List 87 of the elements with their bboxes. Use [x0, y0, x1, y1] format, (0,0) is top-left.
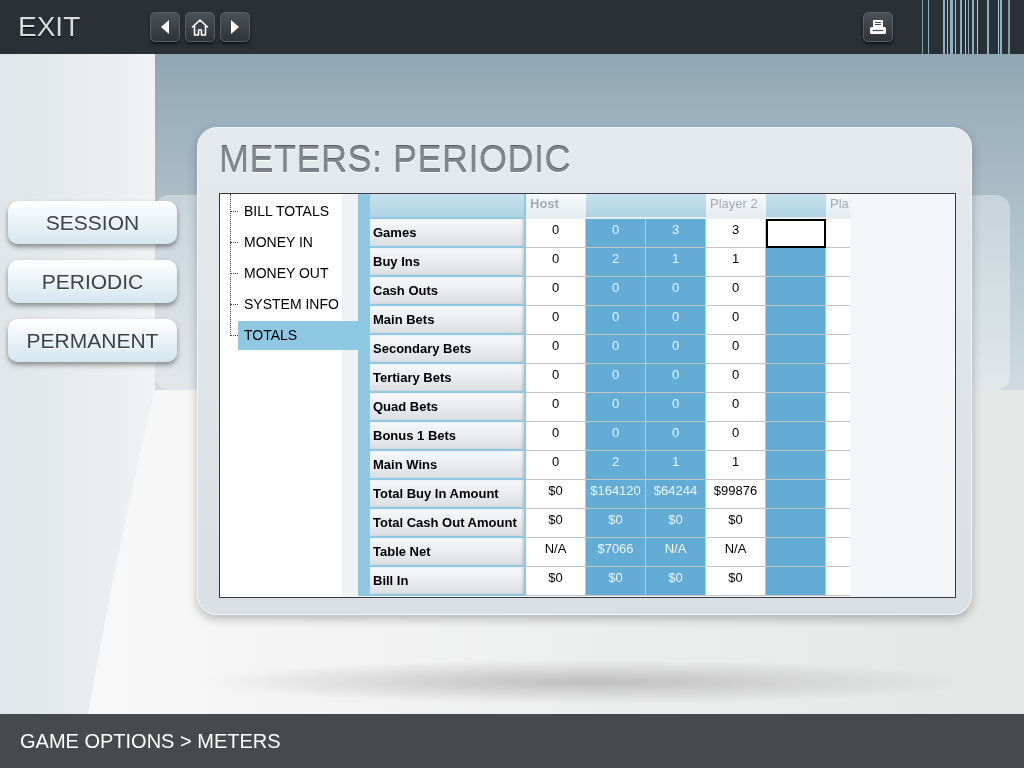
- table-cell: 0: [526, 393, 586, 422]
- left-triangle-icon: [161, 20, 170, 34]
- table-cell: $99876: [706, 480, 766, 509]
- menu-button[interactable]: PERIODIC: [8, 260, 177, 303]
- table-cell: 0: [706, 277, 766, 306]
- print-button[interactable]: [863, 12, 893, 42]
- table-cell: $0: [586, 509, 646, 538]
- row-header: Cash Outs: [370, 277, 524, 304]
- home-icon: [191, 18, 210, 36]
- table-cell: 0: [586, 393, 646, 422]
- table-cell: $164120: [586, 480, 646, 509]
- table-cell: 0: [586, 306, 646, 335]
- row-header: Bill In: [370, 567, 524, 594]
- table-cell: 0: [646, 277, 706, 306]
- table-cell: 0: [526, 422, 586, 451]
- table-cell: 3: [646, 219, 706, 248]
- table-cell: 1: [706, 451, 766, 480]
- table-cell: 1: [646, 451, 706, 480]
- home-button[interactable]: [185, 12, 216, 42]
- page-title: METERS: PERIODIC: [219, 139, 572, 181]
- row-header: Quad Bets: [370, 393, 524, 420]
- table-cell: N/A: [526, 538, 586, 567]
- printer-icon: [869, 19, 887, 35]
- table-cell: 0: [706, 422, 766, 451]
- table-cell: 0: [526, 248, 586, 277]
- column-header: Player 2: [706, 194, 766, 219]
- table-cell: $0: [526, 567, 586, 596]
- table-cell: 2: [586, 451, 646, 480]
- table-cell: 0: [706, 306, 766, 335]
- table-cell: 0: [586, 277, 646, 306]
- exit-button[interactable]: EXIT: [18, 13, 81, 41]
- row-header: Total Cash Out Amount: [370, 509, 524, 536]
- table-cell: 0: [586, 335, 646, 364]
- forward-button[interactable]: [220, 12, 251, 42]
- table-cell: 0: [646, 335, 706, 364]
- row-header: Secondary Bets: [370, 335, 524, 362]
- column-header: Pla: [826, 194, 850, 219]
- back-button[interactable]: [150, 12, 181, 42]
- table-cell: 0: [526, 219, 586, 248]
- column-header: Host: [526, 194, 586, 219]
- table-cell: 0: [586, 422, 646, 451]
- table-cell: 0: [526, 335, 586, 364]
- table-cell: 2: [586, 248, 646, 277]
- table-cell: 0: [646, 364, 706, 393]
- table-cell: 0: [706, 335, 766, 364]
- row-header: Table Net: [370, 538, 524, 565]
- table-cell: 1: [706, 248, 766, 277]
- table-cell: 0: [586, 364, 646, 393]
- tree-item[interactable]: BILL TOTALS: [238, 197, 358, 226]
- menu-button[interactable]: PERMANENT: [8, 319, 177, 362]
- row-header: Buy Ins: [370, 248, 524, 275]
- menu-button[interactable]: SESSION: [8, 201, 177, 244]
- table-cell: 0: [526, 451, 586, 480]
- table-cell: 0: [586, 219, 646, 248]
- table-cell: 0: [706, 364, 766, 393]
- table-cell: $0: [586, 567, 646, 596]
- breadcrumb: GAME OPTIONS > METERS: [20, 731, 281, 751]
- table-cell: $0: [646, 567, 706, 596]
- table-cell: $64244: [646, 480, 706, 509]
- table-cell: 0: [526, 364, 586, 393]
- table-cell: $0: [706, 567, 766, 596]
- table-cell: 0: [646, 422, 706, 451]
- tree-item[interactable]: SYSTEM INFO: [238, 290, 358, 319]
- table-cell: 3: [706, 219, 766, 248]
- table-cell: $7066: [586, 538, 646, 567]
- row-header: Tertiary Bets: [370, 364, 524, 391]
- row-header: Bonus 1 Bets: [370, 422, 524, 449]
- table-cell: $0: [526, 480, 586, 509]
- tree-item[interactable]: MONEY OUT: [238, 259, 358, 288]
- table-cell: $0: [526, 509, 586, 538]
- table-cell: 1: [646, 248, 706, 277]
- table-cell: $0: [646, 509, 706, 538]
- right-triangle-icon: [231, 20, 240, 34]
- table-cell: N/A: [706, 538, 766, 567]
- tree-item[interactable]: TOTALS: [238, 321, 358, 350]
- table-cell: 0: [706, 393, 766, 422]
- table-cell: 0: [646, 306, 706, 335]
- table-cell: 0: [646, 393, 706, 422]
- row-header: Total Buy In Amount: [370, 480, 524, 507]
- row-header: Main Bets: [370, 306, 524, 333]
- tree-item[interactable]: MONEY IN: [238, 228, 358, 257]
- table-cell: 0: [526, 306, 586, 335]
- row-header: Games: [370, 219, 524, 246]
- table-cell: $0: [706, 509, 766, 538]
- row-header: Main Wins: [370, 451, 524, 478]
- table-cell: N/A: [646, 538, 706, 567]
- table-cell: 0: [526, 277, 586, 306]
